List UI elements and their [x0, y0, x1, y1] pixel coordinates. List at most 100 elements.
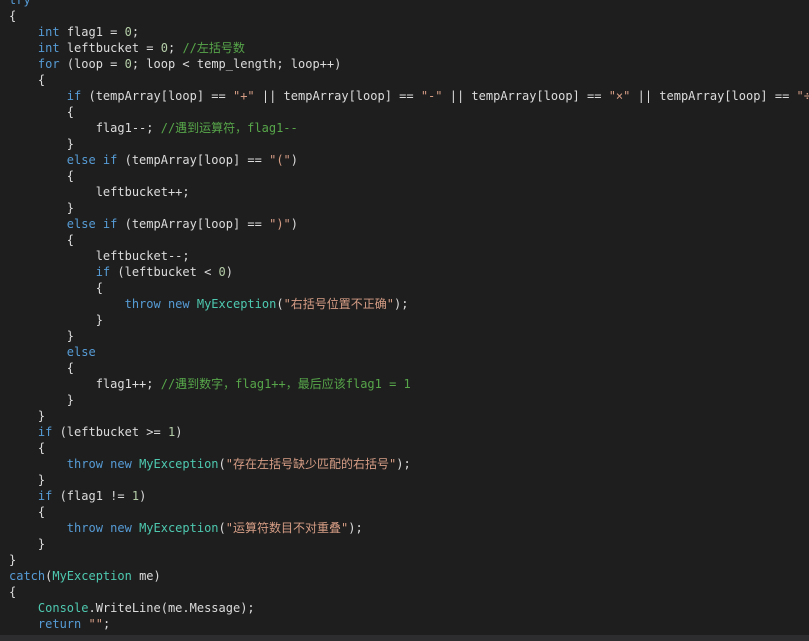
code-line[interactable]: if (tempArray[loop] == "+" || tempArray[…	[9, 88, 809, 104]
comment-token: //左括号数	[182, 41, 245, 55]
code-line[interactable]: return "";	[9, 616, 809, 632]
code-token: {	[9, 233, 75, 247]
code-line[interactable]: }	[9, 328, 809, 344]
keyword-token: for	[37, 57, 60, 71]
code-line[interactable]: int leftbucket = 0; //左括号数	[9, 40, 809, 56]
code-token: || tempArray[loop] ==	[254, 89, 421, 103]
code-line[interactable]: if (leftbucket >= 1)	[9, 424, 809, 440]
code-token: );	[396, 457, 411, 471]
code-line[interactable]: leftbucket++;	[9, 184, 809, 200]
code-line[interactable]: throw new MyException("右括号位置不正确");	[9, 296, 809, 312]
code-token: .WriteLine(me.Message);	[88, 601, 255, 615]
code-token: (leftbucket >=	[52, 425, 168, 439]
code-line[interactable]: }	[9, 408, 809, 424]
string-token: ")"	[269, 217, 291, 231]
keyword-token: else if	[66, 153, 118, 167]
code-line[interactable]: else	[9, 344, 809, 360]
code-editor[interactable]: try{ int flag1 = 0; int leftbucket = 0; …	[0, 0, 809, 641]
code-token: }	[9, 553, 17, 567]
code-line[interactable]: }	[9, 200, 809, 216]
code-line[interactable]: throw new MyException("存在左括号缺少匹配的右括号");	[9, 456, 809, 472]
code-token: ;	[131, 25, 140, 39]
code-line[interactable]: {	[9, 440, 809, 456]
code-token: flag1--;	[9, 121, 161, 135]
keyword-token: return	[37, 617, 82, 631]
code-line[interactable]: Console.WriteLine(me.Message);	[9, 600, 809, 616]
code-token: );	[348, 521, 363, 535]
code-line[interactable]: {	[9, 8, 809, 24]
code-line[interactable]: else if (tempArray[loop] == ")")	[9, 216, 809, 232]
code-token: }	[9, 473, 46, 487]
code-line[interactable]: for (loop = 0; loop < temp_length; loop+…	[9, 56, 809, 72]
code-token: {	[9, 361, 75, 375]
code-line[interactable]: {	[9, 504, 809, 520]
type-token: MyException	[52, 569, 132, 583]
code-line[interactable]: }	[9, 472, 809, 488]
code-token: {	[9, 585, 17, 599]
code-line[interactable]: }	[9, 392, 809, 408]
code-token: leftbucket--;	[9, 249, 190, 263]
code-line[interactable]: if (flag1 != 1)	[9, 488, 809, 504]
code-line[interactable]: {	[9, 584, 809, 600]
keyword-token: int	[37, 41, 60, 55]
code-line[interactable]: {	[9, 360, 809, 376]
code-token: || tempArray[loop] ==	[442, 89, 609, 103]
keyword-token: else if	[66, 217, 118, 231]
number-token: 0	[124, 25, 132, 39]
code-token: )	[225, 265, 233, 279]
code-line[interactable]: {	[9, 232, 809, 248]
code-token: (loop =	[59, 57, 125, 71]
code-line[interactable]: throw new MyException("运算符数目不对重叠");	[9, 520, 809, 536]
code-token: (flag1 !=	[52, 489, 132, 503]
code-line[interactable]: flag1++; //遇到数字，flag1++，最后应该flag1 = 1	[9, 376, 809, 392]
code-line[interactable]: }	[9, 536, 809, 552]
code-token: (tempArray[loop] ==	[117, 217, 270, 231]
code-line[interactable]: {	[9, 104, 809, 120]
code-line[interactable]: int flag1 = 0;	[9, 24, 809, 40]
code-token: ;	[167, 41, 183, 55]
string-token: "×"	[608, 89, 631, 103]
code-line[interactable]: if (leftbucket < 0)	[9, 264, 809, 280]
code-token: (tempArray[loop] ==	[117, 153, 270, 167]
code-line[interactable]: }	[9, 136, 809, 152]
code-line[interactable]: }	[9, 552, 809, 568]
code-token: leftbucket =	[59, 41, 161, 55]
keyword-token: if	[95, 265, 111, 279]
code-token: }	[9, 409, 46, 423]
code-line[interactable]: {	[9, 72, 809, 88]
code-token: (tempArray[loop] ==	[81, 89, 233, 103]
keyword-token: else	[66, 345, 96, 359]
code-line[interactable]: try	[9, 0, 809, 8]
code-line[interactable]: {	[9, 280, 809, 296]
code-token: (	[276, 297, 284, 311]
code-line[interactable]: }	[9, 312, 809, 328]
code-line[interactable]: flag1--; //遇到运算符，flag1--	[9, 120, 809, 136]
code-line[interactable]: {	[9, 168, 809, 184]
keyword-token: catch	[9, 569, 46, 583]
code-block[interactable]: try{ int flag1 = 0; int leftbucket = 0; …	[9, 0, 809, 632]
keyword-token: throw new	[66, 521, 132, 535]
code-token: leftbucket++;	[9, 185, 190, 199]
code-token: )	[175, 425, 183, 439]
comment-token: //遇到运算符，flag1--	[160, 121, 298, 135]
keyword-token: if	[37, 489, 53, 503]
code-token: }	[9, 313, 103, 327]
code-line[interactable]: else if (tempArray[loop] == "(")	[9, 152, 809, 168]
code-line[interactable]: catch(MyException me)	[9, 568, 809, 584]
code-token: )	[290, 153, 299, 167]
code-line[interactable]: leftbucket--;	[9, 248, 809, 264]
